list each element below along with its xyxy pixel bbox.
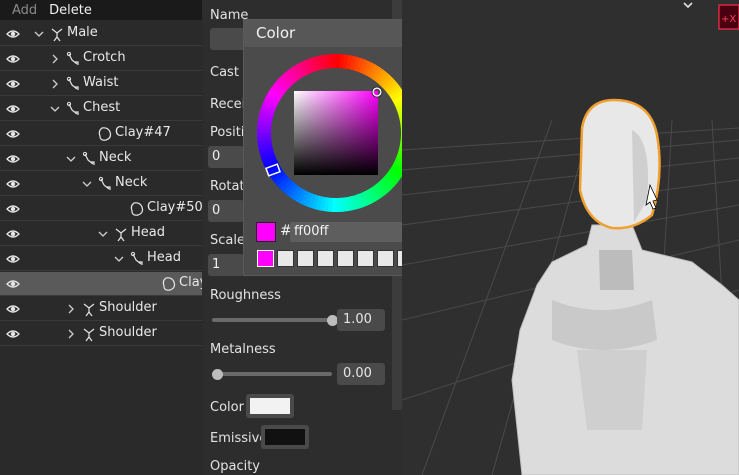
bone-icon	[81, 326, 97, 342]
bone-icon	[81, 151, 97, 167]
roughness-slider[interactable]	[212, 318, 332, 322]
eye-icon[interactable]	[6, 102, 20, 116]
tree-item-label: Shoulder	[99, 325, 157, 340]
current-color-chip	[256, 222, 276, 242]
bone-icon	[65, 76, 81, 92]
tree-item-label: Shoulder	[99, 300, 157, 315]
tree-item-label: Clay#5	[179, 275, 202, 290]
emissive-swatch	[265, 429, 305, 445]
tree-item-label: Crotch	[83, 50, 126, 65]
tree-item-label: Clay#47	[115, 125, 171, 140]
tree-item-label: Neck	[99, 150, 132, 165]
chevron-right-icon[interactable]	[49, 77, 61, 91]
chevron-right-icon[interactable]	[49, 52, 61, 66]
clay-icon	[97, 126, 113, 142]
bone-icon	[65, 51, 81, 67]
tree-item[interactable]: Waist	[0, 72, 202, 96]
tree-item[interactable]: Clay#47	[0, 122, 202, 146]
tree-item[interactable]: Clay#5	[0, 272, 202, 296]
position-x-field[interactable]: 0	[208, 146, 244, 168]
bone-icon	[49, 26, 65, 42]
eye-icon[interactable]	[6, 302, 20, 316]
eye-icon[interactable]	[6, 77, 20, 91]
chevron-down-icon[interactable]	[113, 252, 125, 266]
opacity-label: Opacity	[210, 459, 261, 474]
bone-icon	[113, 226, 129, 242]
hex-input[interactable]: ff00ff	[290, 222, 416, 242]
chevron-down-icon[interactable]	[65, 152, 77, 166]
tree-item[interactable]: Shoulder	[0, 322, 202, 346]
metalness-slider-handle[interactable]	[212, 369, 223, 380]
rotation-x-field[interactable]: 0	[208, 200, 244, 222]
eye-icon[interactable]	[6, 277, 20, 291]
tree-item-label: Waist	[83, 75, 119, 90]
tree-item-label: Head	[147, 250, 181, 265]
tree-item[interactable]: Clay#50	[0, 197, 202, 221]
chevron-down-icon[interactable]	[97, 227, 109, 241]
tree-item[interactable]: Crotch	[0, 47, 202, 71]
scale-label: Scale	[210, 233, 245, 248]
eye-icon[interactable]	[6, 27, 20, 41]
eye-icon[interactable]	[6, 177, 20, 191]
add-button[interactable]: Add	[12, 3, 37, 18]
color-swatch-button[interactable]	[246, 394, 294, 418]
hierarchy-panel: Add Delete Male Crotch Waist Chest Clay#47 Ne…	[0, 0, 202, 475]
palette-swatch[interactable]	[377, 250, 394, 267]
palette-swatch[interactable]	[317, 250, 334, 267]
color-swatch	[250, 398, 290, 414]
roughness-value[interactable]: 1.00	[337, 309, 385, 331]
bone-icon	[97, 176, 113, 192]
chevron-right-icon[interactable]	[65, 302, 77, 316]
tree-item-label: Chest	[83, 100, 121, 115]
color-label: Color	[210, 400, 244, 415]
axis-gizmo-icon[interactable]: +X	[718, 4, 739, 30]
metalness-value[interactable]: 0.00	[337, 363, 385, 385]
tree-item[interactable]: Head	[0, 222, 202, 246]
palette-swatch[interactable]	[277, 250, 294, 267]
tree-item[interactable]: Neck	[0, 172, 202, 196]
delete-button[interactable]: Delete	[49, 3, 92, 18]
bone-icon	[81, 301, 97, 317]
roughness-label: Roughness	[210, 288, 281, 303]
tree-item[interactable]: Shoulder	[0, 297, 202, 321]
chevron-down-icon[interactable]	[33, 27, 45, 41]
tree-item-label: Male	[67, 25, 98, 40]
emissive-swatch-button[interactable]	[261, 425, 309, 449]
metalness-slider[interactable]	[212, 372, 332, 376]
clay-icon	[129, 201, 145, 217]
chevron-down-icon[interactable]	[681, 0, 695, 10]
bone-icon	[65, 101, 81, 117]
saturation-value-square[interactable]	[294, 91, 378, 175]
palette-swatch[interactable]	[297, 250, 314, 267]
color-picker-popup: Color # ff00ff	[243, 19, 428, 276]
eye-icon[interactable]	[6, 252, 20, 266]
tree-item[interactable]: Male	[0, 22, 202, 46]
tree-item-label: Head	[131, 225, 165, 240]
tree-item[interactable]: Neck	[0, 147, 202, 171]
scale-x-field[interactable]: 1	[208, 254, 244, 276]
chevron-right-icon[interactable]	[65, 327, 77, 341]
metalness-label: Metalness	[210, 342, 276, 357]
emissive-label: Emissive	[210, 431, 268, 446]
chevron-down-icon[interactable]	[81, 177, 93, 191]
gizmo-axis-label: +X	[721, 14, 736, 25]
chevron-down-icon[interactable]	[49, 102, 61, 116]
eye-icon[interactable]	[6, 327, 20, 341]
clay-icon	[161, 276, 177, 292]
palette-swatch[interactable]	[357, 250, 374, 267]
eye-icon[interactable]	[6, 52, 20, 66]
palette-swatch[interactable]	[257, 250, 274, 267]
eye-icon[interactable]	[6, 202, 20, 216]
bone-icon	[129, 251, 145, 267]
hierarchy-toolbar: Add Delete	[0, 0, 202, 20]
tree-item[interactable]: Chest	[0, 97, 202, 121]
palette-swatch[interactable]	[337, 250, 354, 267]
tree-item[interactable]: Head	[0, 247, 202, 271]
eye-icon[interactable]	[6, 152, 20, 166]
eye-icon[interactable]	[6, 227, 20, 241]
tree-item-label: Neck	[115, 175, 148, 190]
3d-viewport[interactable]	[402, 0, 739, 475]
eye-icon[interactable]	[6, 127, 20, 141]
tree-item-label: Clay#50	[147, 200, 202, 215]
